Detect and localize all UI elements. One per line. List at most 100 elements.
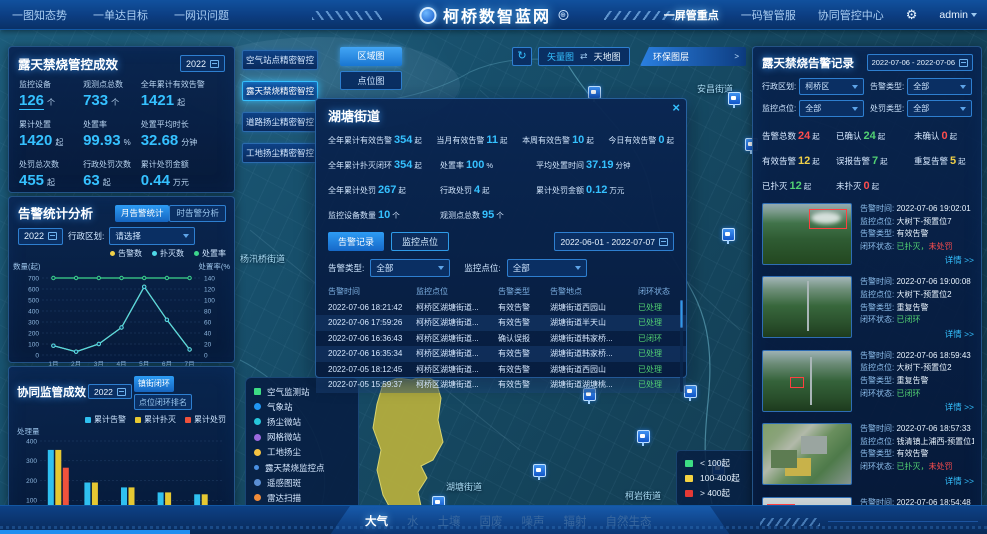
alarm-card[interactable]: 告警时间: 2022-07-06 18:59:43 监控点位: 大树下-预置位2… [762,350,974,413]
legend-item[interactable]: 网格微站 [254,430,350,445]
camera-pin-icon[interactable] [728,92,741,105]
env-layers-button[interactable]: 环保图层 > [640,47,746,66]
btn-site-dust-control[interactable]: 工地扬尘精密智控 [242,143,318,163]
basemap-switch[interactable]: 矢量图 ⇄ 天地图 [538,47,630,66]
svg-text:700: 700 [28,275,39,282]
legend-item[interactable]: 扬尘微站 [254,414,350,429]
tab-point-closure-rank[interactable]: 点位闭环排名 [134,394,192,410]
detail-link[interactable]: 详情 >> [860,328,974,340]
date-range-picker[interactable]: 2022-07-06 - 2022-07-06 [867,54,973,71]
menu-control-center[interactable]: 协同管控中心 [818,7,884,23]
gear-icon[interactable]: ⚙ [906,7,918,23]
table-row[interactable]: 2022-07-05 15:59:37柯桥区湖塘街道...有效告警湖塘街道湖塘桃… [316,377,686,393]
menu-screen-focus[interactable]: 一屏管重点 [664,7,719,23]
legend-item[interactable]: 气象站 [254,399,350,414]
scrollbar-thumb[interactable] [680,300,683,328]
top-header: 一图知态势 一单达目标 一网识问题 柯桥数智蓝网 ⊕ 一屏管重点 一码智管服 协… [0,0,987,30]
detail-link[interactable]: 详情 >> [860,401,974,413]
grid-micro-station-icon [254,434,261,441]
alarm-card[interactable]: 告警时间: 2022-07-06 19:00:08 监控点位: 大树下-预置位2… [762,276,974,339]
svg-text:400: 400 [26,438,37,445]
tab-monthly-alarm[interactable]: 月告警统计 [115,205,170,222]
logo-badge-icon: ⊕ [558,10,568,20]
tab-monitor-points[interactable]: 监控点位 [391,232,449,251]
map-layer-legend: 空气监测站 气象站 扬尘微站 网格微站 工地扬尘 露天禁烧监控点 遥感图斑 雷达… [245,377,359,511]
monitor-point-select[interactable]: 全部 [799,100,864,117]
region-select[interactable]: 请选择 [109,227,195,245]
btn-road-dust-control[interactable]: 道路扬尘精密智控 [242,112,318,132]
detail-link[interactable]: 详情 >> [860,475,974,487]
svg-text:500: 500 [28,297,39,304]
detail-link[interactable]: 详情 >> [860,254,974,266]
remote-sensing-icon [254,479,261,486]
street-detail-popup: × 湖塘街道 全年累计有效告警354起 当月有效告警11起 本周有效告警10起 … [315,98,687,378]
stat-item: 观测点总数733个 [83,79,141,110]
table-row[interactable]: 2022-07-06 18:21:42柯桥区湖塘街道...有效告警湖塘街道西园山… [316,300,686,316]
vector-map-label: 矢量图 [547,50,574,63]
svg-text:80: 80 [204,308,212,315]
bar-chart-legend: 累计告警 累计扑灭 累计处罚 [9,410,234,425]
user-menu[interactable]: admin [939,9,977,21]
legend-item[interactable]: 工地扬尘 [254,445,350,460]
close-icon[interactable]: × [672,100,680,115]
alarm-card[interactable]: 告警时间: 2022-07-06 18:57:33 监控点位: 钱清镇上浦西-预… [762,423,974,486]
btn-region-map[interactable]: 区域图 [340,47,402,66]
legend-red-icon [685,490,693,497]
tab-hourly-alarm[interactable]: 时告警分析 [169,205,226,222]
site-dust-icon [254,449,261,456]
alarm-type-select[interactable]: 全部 [370,259,450,277]
alarm-table: 告警时间监控点位告警类型告警地点闭环状态 2022-07-06 18:21:42… [316,284,686,393]
legend-item[interactable]: 雷达扫描 [254,490,350,505]
tab-alarm-records[interactable]: 告警记录 [328,232,384,251]
table-row[interactable]: 2022-07-06 17:59:26柯桥区湖塘街道...有效告警湖塘街道半天山… [316,315,686,331]
alarm-card[interactable]: 告警时间: 2022-07-06 19:02:01 监控点位: 大树下-预置位7… [762,203,974,266]
weather-station-icon [254,403,261,410]
camera-pin-icon[interactable] [722,228,735,241]
table-row[interactable]: 2022-07-05 18:12:45柯桥区湖塘街道...有效告警湖塘街道西园山… [316,362,686,378]
year-picker[interactable]: 2022 [18,228,63,245]
stat-item: 处置平均时长32.68分钟 [141,119,224,150]
chevron-down-icon [183,234,189,238]
year-picker[interactable]: 2022 [88,384,132,399]
chevron-down-icon [575,266,581,270]
map-street-label: 湖塘街道 [446,480,482,493]
alarm-type-select[interactable]: 全部 [907,78,972,95]
bottom-nav: 大气 水 土壤 固废 噪声 辐射 自然生态 [365,506,652,534]
horizontal-scrollbar-thumb[interactable] [0,530,190,534]
menu-problem-network[interactable]: 一网识问题 [174,7,229,23]
air-monitor-station-icon [254,388,261,395]
table-row[interactable]: 2022-07-06 16:36:43柯桥区湖塘街道...确认误报湖塘街道韩家桥… [316,331,686,347]
year-picker[interactable]: 2022 [180,55,225,72]
popup-stats-row: 全年累计有效告警354起 当月有效告警11起 本周有效告警10起 今日有效告警0… [316,127,686,148]
district-select[interactable]: 柯桥区 [799,78,864,95]
menu-situation-map[interactable]: 一图知态势 [12,7,67,23]
svg-text:400: 400 [28,308,39,315]
series-square-icon [135,417,141,423]
camera-pin-icon[interactable] [533,464,546,477]
camera-pin-icon[interactable] [637,430,650,443]
btn-point-map[interactable]: 点位图 [340,71,402,90]
menu-target-list[interactable]: 一单达目标 [93,7,148,23]
penalty-type-select[interactable]: 全部 [907,100,972,117]
legend-item[interactable]: 露天禁烧监控点 [254,460,350,475]
panel-title: 露天禁烧管控成效 [18,54,118,73]
popup-stats-row: 全年累计处罚267起 行政处罚4起 累计处罚金额0.12万元 [316,173,686,198]
chevron-down-icon [438,266,444,270]
menu-smart-service[interactable]: 一码智管服 [741,7,796,23]
table-scrollbar[interactable] [680,300,683,392]
tab-town-closure[interactable]: 镇街闭环 [134,376,174,392]
map-street-label: 杨汛桥街道 [240,252,285,265]
svg-text:100: 100 [204,297,215,304]
header-left-menu: 一图知态势 一单达目标 一网识问题 [12,0,229,30]
monitor-point-select[interactable]: 全部 [507,259,587,277]
btn-open-burning-control[interactable]: 露天禁烧精密智控 [242,81,318,101]
btn-air-station-control[interactable]: 空气站点精密智控 [242,50,318,70]
table-row[interactable]: 2022-07-06 16:35:34柯桥区湖塘街道...有效告警湖塘街道韩家桥… [316,346,686,362]
stat-item: 处罚总次数455起 [19,159,83,190]
legend-item[interactable]: 遥感图斑 [254,475,350,490]
date-range-picker[interactable]: 2022-06-01 - 2022-07-07 [554,232,674,251]
legend-yellow-icon [685,475,693,482]
monthly-alarm-line-chart: 0010020200403006040080500100600120700140… [16,272,227,368]
stat-item: 累计处置1420起 [19,119,83,150]
refresh-icon[interactable]: ↻ [512,47,532,66]
